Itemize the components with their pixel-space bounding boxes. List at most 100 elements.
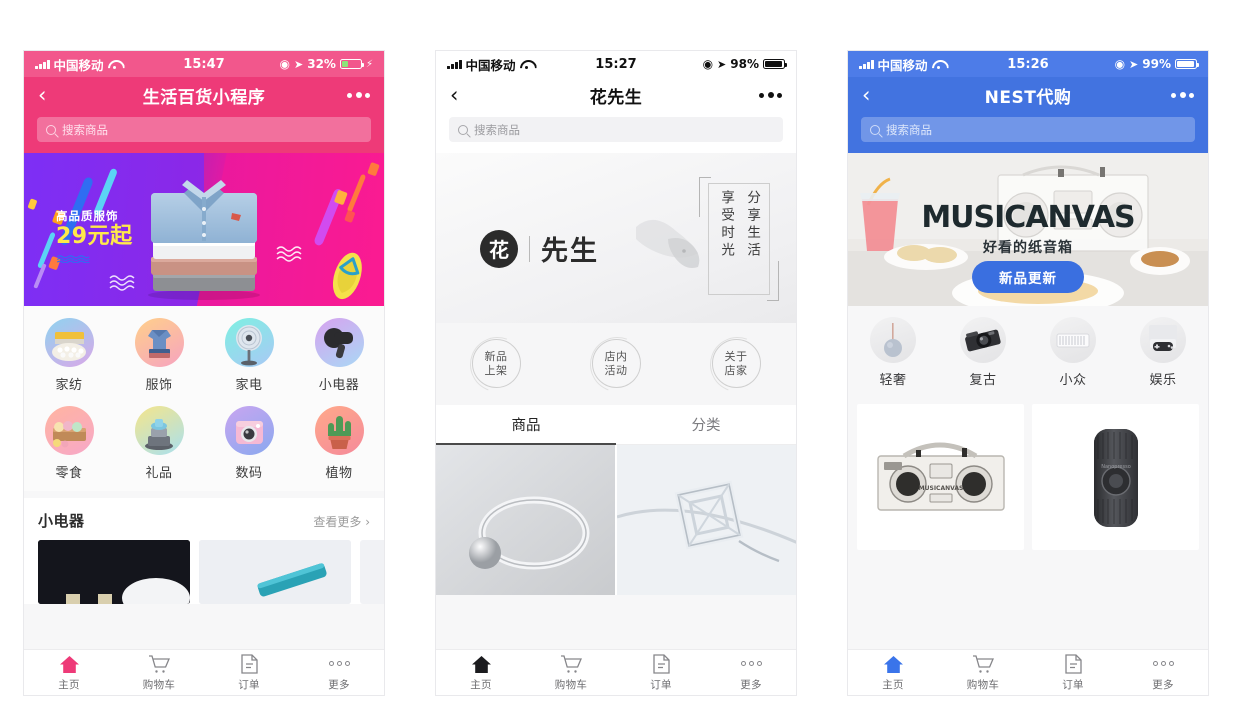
tab-label: 购物车	[554, 678, 588, 691]
tab-orders[interactable]: 订单	[204, 653, 294, 692]
product-card[interactable]	[199, 540, 351, 604]
shop-action-events[interactable]: 店内 活动	[556, 339, 676, 388]
search-input[interactable]: 搜索商品	[37, 117, 371, 142]
home-icon	[59, 654, 80, 674]
category-label: 轻奢	[879, 373, 907, 388]
cactus-icon	[314, 406, 364, 455]
bottom-tab-bar: 主页 购物车 订单 更多	[24, 649, 384, 695]
tab-home[interactable]: 主页	[24, 654, 114, 692]
product-card[interactable]	[436, 445, 615, 595]
tab-home[interactable]: 主页	[436, 654, 526, 692]
wifi-icon	[520, 59, 533, 69]
category-item-small-appliance[interactable]: 小电器	[294, 318, 384, 393]
location-icon: ➤	[1129, 57, 1139, 71]
circle-button[interactable]: 店内 活动	[591, 339, 641, 388]
battery-icon	[763, 58, 788, 70]
banner-headline: 高品质服饰	[56, 209, 119, 223]
more-icon	[740, 654, 762, 674]
product-card[interactable]: Nanopresso	[1032, 404, 1199, 550]
status-left: 中国移动	[35, 55, 121, 74]
category-item-niche[interactable]: 小众	[1028, 317, 1118, 388]
category-grid: 家纺 服饰 家电 小电器 零食 礼品 数码 植物	[24, 306, 384, 491]
poem-col-left: 享受时光	[718, 190, 735, 260]
category-item-gift[interactable]: 礼品	[114, 406, 204, 481]
back-button[interactable]: ‹	[38, 84, 46, 106]
category-item-snacks[interactable]: 零食	[24, 406, 114, 481]
tab-more[interactable]: 更多	[294, 654, 384, 692]
screenshot-stage: 中国移动 15:47 ◉ ➤ 32% ⚡ ‹ 生活百货小程序 搜索商品 高品质服…	[0, 0, 1240, 718]
tab-label: 主页	[58, 678, 80, 691]
search-placeholder: 搜索商品	[62, 122, 108, 137]
more-icon	[328, 654, 350, 674]
carrier-label: 中国移动	[465, 57, 516, 73]
tab-orders[interactable]: 订单	[616, 653, 706, 692]
page-title: NEST代购	[984, 87, 1072, 108]
back-button[interactable]: ‹	[450, 84, 458, 106]
banner-cta-button[interactable]: 新品更新	[972, 261, 1084, 293]
promo-banner[interactable]: 高品质服饰 29元起	[24, 153, 384, 306]
category-item-retro[interactable]: 复古	[938, 317, 1028, 388]
tab-cart[interactable]: 购物车	[526, 654, 616, 692]
product-card[interactable]	[38, 540, 190, 604]
category-item-clothing[interactable]: 服饰	[114, 318, 204, 393]
bottom-tab-bar: 主页 购物车 订单 更多	[848, 649, 1208, 695]
promo-banner[interactable]: MUSICANVAS 好看的纸音箱 新品更新	[848, 153, 1208, 306]
page-title: 生活百货小程序	[142, 87, 266, 108]
promo-banner[interactable]: 享受时光 分享生活 花 先生	[436, 153, 796, 323]
tab-more[interactable]: 更多	[1118, 654, 1208, 692]
line2: 上架	[484, 363, 508, 377]
more-icon	[1152, 654, 1174, 674]
product-scroller[interactable]	[24, 531, 384, 604]
tab-more[interactable]: 更多	[706, 654, 796, 692]
home-icon	[883, 654, 904, 674]
battery-percent: 98%	[730, 57, 759, 71]
back-button[interactable]: ‹	[862, 84, 870, 106]
status-bar: 中国移动 15:26 ◉ ➤ 99%	[848, 51, 1208, 77]
tab-cart[interactable]: 购物车	[114, 654, 204, 692]
product-card[interactable]	[360, 540, 384, 604]
circle-button[interactable]: 新品 上架	[471, 339, 521, 388]
category-item-digital[interactable]: 数码	[204, 406, 294, 481]
tab-label: 更多	[740, 678, 762, 691]
tab-label: 更多	[328, 678, 350, 691]
hairdryer-icon	[314, 318, 364, 367]
svg-text:MUSICANVAS: MUSICANVAS	[918, 485, 963, 492]
circle-button[interactable]: 关于 店家	[711, 339, 761, 388]
search-input[interactable]: 搜索商品	[861, 117, 1195, 142]
product-card[interactable]	[617, 445, 796, 595]
view-more-label: 查看更多	[313, 515, 362, 529]
alarm-icon: ◉	[1114, 57, 1126, 71]
more-menu-icon[interactable]	[347, 92, 370, 98]
search-container: 搜索商品	[436, 113, 796, 153]
category-item-plants[interactable]: 植物	[294, 406, 384, 481]
category-item-entertainment[interactable]: 娱乐	[1118, 317, 1208, 388]
tab-cart[interactable]: 购物车	[938, 654, 1028, 692]
category-item-appliance[interactable]: 家电	[204, 318, 294, 393]
tab-home[interactable]: 主页	[848, 654, 938, 692]
circle-button-text: 新品 上架	[485, 350, 508, 378]
more-menu-icon[interactable]	[1171, 92, 1194, 98]
page-title: 花先生	[589, 87, 643, 108]
poem-block: 享受时光 分享生活	[699, 177, 779, 301]
tab-label: 主页	[882, 678, 904, 691]
category-item-bedding[interactable]: 家纺	[24, 318, 114, 393]
status-left: 中国移动	[447, 55, 533, 74]
category-item-luxury[interactable]: 轻奢	[848, 317, 938, 388]
search-container: 搜索商品	[24, 113, 384, 153]
category-row: 零食 礼品 数码 植物	[24, 406, 384, 481]
clothing-icon	[134, 318, 184, 367]
cart-icon	[148, 654, 170, 674]
shop-action-about[interactable]: 关于 店家	[676, 339, 796, 388]
category-label: 数码	[235, 466, 263, 481]
signal-bars-icon	[447, 59, 462, 69]
shop-action-new[interactable]: 新品 上架	[436, 339, 556, 388]
tab-products[interactable]: 商品	[436, 405, 616, 445]
portable-espresso-maker-image: Nanopresso	[1093, 428, 1138, 527]
tab-orders[interactable]: 订单	[1028, 653, 1118, 692]
view-more-link[interactable]: 查看更多 ›	[313, 513, 370, 530]
pendant-icon	[870, 317, 916, 363]
tab-categories[interactable]: 分类	[616, 405, 796, 444]
more-menu-icon[interactable]	[759, 92, 782, 98]
search-input[interactable]: 搜索商品	[449, 117, 783, 142]
product-card[interactable]: MUSICANVAS	[857, 404, 1024, 550]
